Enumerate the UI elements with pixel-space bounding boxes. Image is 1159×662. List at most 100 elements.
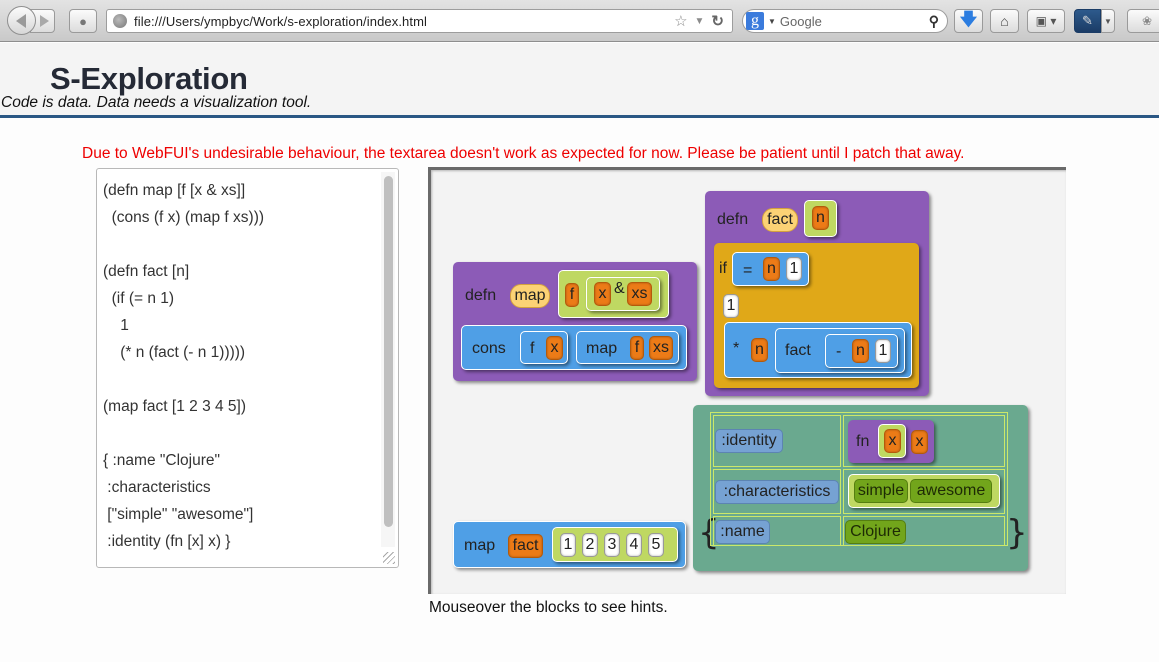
extension-button[interactable]: ❀ <box>1127 9 1159 33</box>
code-line[interactable]: (map fact [1 2 3 4 5]) <box>103 393 264 420</box>
page-title: S-Exploration <box>50 61 248 96</box>
code-line[interactable] <box>103 231 264 258</box>
if-block[interactable]: if = n 1 1 * n fact - n 1 <box>714 243 919 388</box>
warning-message: Due to WebFUI's undesirable behaviour, t… <box>82 145 965 162</box>
code-line[interactable]: (defn fact [n] <box>103 258 264 285</box>
url-bar[interactable]: file:///Users/ympbyc/Work/s-exploration/… <box>106 9 733 33</box>
code-line[interactable]: ["simple" "awesome"] <box>103 501 264 528</box>
cons-call-block[interactable]: cons f x map f xs <box>461 325 687 370</box>
dropdown-triangle-icon[interactable]: ▼ <box>695 16 705 27</box>
number-chip[interactable]: 4 <box>626 533 642 557</box>
symbol-chip[interactable]: f <box>565 283 579 307</box>
code-line[interactable]: (* n (fact (- n 1))))) <box>103 339 264 366</box>
url-text[interactable]: file:///Users/ympbyc/Work/s-exploration/… <box>134 14 674 29</box>
call-block[interactable]: map f xs <box>576 331 679 364</box>
keyword-chip[interactable]: :identity <box>715 429 783 453</box>
keyword-chip[interactable]: :characteristics <box>715 480 839 504</box>
symbol-chip[interactable]: fact <box>508 534 543 558</box>
string-vector[interactable]: simple awesome <box>848 474 1000 508</box>
magnifier-icon[interactable]: ⚲ <box>929 13 947 30</box>
scrollbar[interactable] <box>381 172 395 547</box>
back-button[interactable] <box>7 6 36 35</box>
engine-dropdown-icon[interactable]: ▼ <box>768 17 776 26</box>
map-call-block[interactable]: map fact 1 2 3 4 5 <box>453 521 686 568</box>
defn-map-block[interactable]: defn map f x & xs cons f x map f xs <box>453 262 697 381</box>
page-header: S-Exploration Code is data. Data needs a… <box>0 43 1159 118</box>
fn-symbol: fact <box>785 342 811 359</box>
fact-call-block[interactable]: fact - n 1 <box>775 328 905 373</box>
downloads-button[interactable]: 🡇 <box>954 9 983 33</box>
symbol-chip[interactable]: x <box>594 282 611 306</box>
number-vector[interactable]: 1 2 3 4 5 <box>552 527 678 562</box>
devtools-button[interactable]: ✎ <box>1074 9 1101 33</box>
number-chip[interactable]: 1 <box>560 533 576 557</box>
addons-button[interactable]: ● <box>69 9 97 33</box>
params-vector[interactable]: f x & xs <box>558 270 669 318</box>
symbol-chip[interactable]: f <box>630 336 644 360</box>
resize-grip-icon[interactable] <box>383 552 395 564</box>
keyword-chip[interactable]: :name <box>715 520 770 544</box>
number-chip[interactable]: 1 <box>723 294 739 318</box>
code-line[interactable]: (if (= n 1) <box>103 285 264 312</box>
number-chip[interactable]: 3 <box>604 533 620 557</box>
multiply-block[interactable]: * n fact - n 1 <box>724 322 912 378</box>
number-chip[interactable]: 5 <box>648 533 664 557</box>
code-line[interactable]: :identity (fn [x] x) } <box>103 528 264 555</box>
string-chip[interactable]: Clojure <box>845 520 906 544</box>
symbol-chip[interactable]: x <box>911 430 928 454</box>
browser-toolbar: ● file:///Users/ympbyc/Work/s-exploratio… <box>0 0 1159 42</box>
subtract-block[interactable]: - n 1 <box>825 334 898 368</box>
symbol-chip[interactable]: n <box>812 206 829 230</box>
google-icon[interactable]: g <box>746 12 764 30</box>
defn-fact-block[interactable]: defn fact n if = n 1 1 * n fact - n 1 <box>705 191 929 396</box>
number-chip[interactable]: 1 <box>786 257 802 281</box>
code-line[interactable]: :characteristics <box>103 474 264 501</box>
params-vector[interactable]: n <box>804 200 837 237</box>
code-line[interactable] <box>103 366 264 393</box>
home-button[interactable]: ⌂ <box>990 9 1019 33</box>
code-lines[interactable]: (defn map [f [x & xs]] (cons (f x) (map … <box>103 177 264 555</box>
star-icon[interactable]: ☆ <box>674 12 687 30</box>
symbol-chip[interactable]: x <box>546 336 563 360</box>
hint-text: Mouseover the blocks to see hints. <box>429 599 668 616</box>
fn-name-chip[interactable]: map <box>510 284 550 308</box>
destructure-vector[interactable]: x & xs <box>586 277 660 311</box>
pen-icon: ✎ <box>1082 13 1093 28</box>
number-chip[interactable]: 1 <box>875 339 891 363</box>
number-chip[interactable]: 2 <box>582 533 598 557</box>
download-arrow-icon: 🡇 <box>959 9 978 29</box>
bookmarks-button[interactable]: ▣ ▾ <box>1027 9 1065 33</box>
scrollbar-thumb[interactable] <box>384 176 393 527</box>
call-block[interactable]: f x <box>520 331 568 364</box>
fn-symbol: f <box>530 340 535 357</box>
string-chip[interactable]: awesome <box>910 479 992 503</box>
params-vector[interactable]: x <box>878 424 906 458</box>
hashmap-block[interactable]: { } :identity fn x x :characteristics si… <box>693 405 1028 571</box>
search-bar[interactable]: g ▼ Google ⚲ <box>742 9 948 33</box>
symbol-chip[interactable]: n <box>852 339 869 363</box>
symbol-chip[interactable]: n <box>763 257 780 281</box>
symbol-chip[interactable]: xs <box>649 336 673 360</box>
fn-name-chip[interactable]: fact <box>762 208 798 232</box>
code-textarea[interactable]: (defn map [f [x & xs]] (cons (f x) (map … <box>96 168 399 568</box>
symbol-chip[interactable]: xs <box>627 282 652 306</box>
chevron-down-icon: ▼ <box>1104 16 1112 26</box>
symbol-chip[interactable]: x <box>884 429 901 453</box>
bookmarks-icon: ▣ ▾ <box>1035 14 1057 28</box>
back-arrow-icon <box>15 13 26 28</box>
fn-block[interactable]: fn x x <box>848 420 934 463</box>
symbol-chip[interactable]: n <box>751 338 768 362</box>
string-chip[interactable]: simple <box>854 479 908 503</box>
code-line[interactable] <box>103 420 264 447</box>
code-line[interactable]: { :name "Clojure" <box>103 447 264 474</box>
code-line[interactable]: (cons (f x) (map f xs))) <box>103 204 264 231</box>
reload-icon[interactable]: ↻ <box>711 12 724 30</box>
code-line[interactable]: (defn map [f [x & xs]] <box>103 177 264 204</box>
close-brace: } <box>1006 513 1028 553</box>
devtools-dropdown[interactable]: ▼ <box>1101 9 1115 33</box>
cond-block[interactable]: = n 1 <box>732 252 809 286</box>
value-cell: simple awesome <box>843 469 1005 514</box>
search-input[interactable]: Google <box>780 14 929 29</box>
code-line[interactable]: 1 <box>103 312 264 339</box>
key-cell: :characteristics <box>713 469 841 514</box>
